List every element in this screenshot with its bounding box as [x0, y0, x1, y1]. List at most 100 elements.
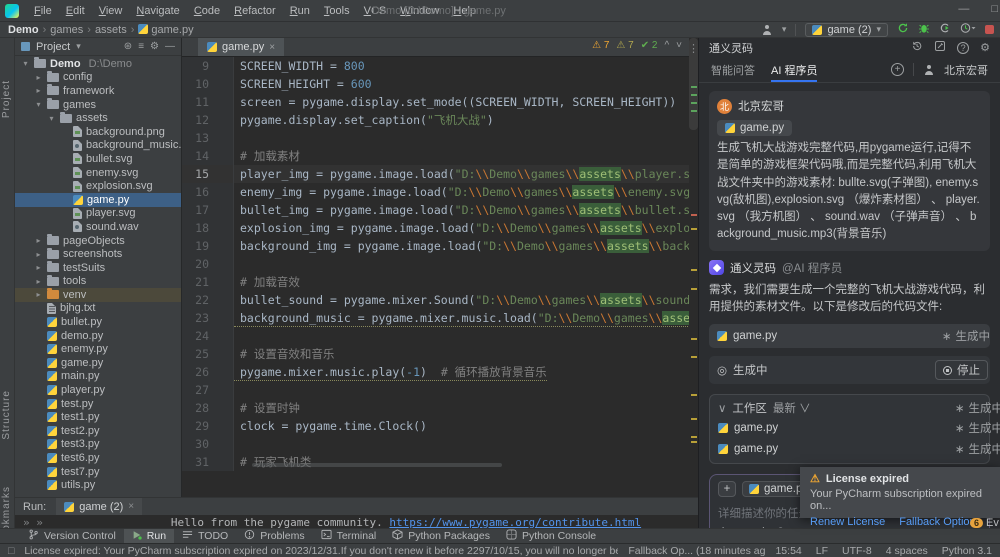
fallback-options-link[interactable]: Fallback Options [899, 516, 981, 528]
stripe-structure-button[interactable]: Structure [1, 390, 12, 440]
locate-file-icon[interactable]: ⊛ [124, 41, 132, 52]
editor-tab-game-py[interactable]: game.py × [198, 38, 284, 56]
tree-item-screenshots[interactable]: ▸screenshots [15, 247, 181, 261]
tree-item-test3.py[interactable]: test3.py [15, 438, 181, 452]
toolwindow-problems[interactable]: Problems [236, 529, 312, 543]
tree-item-background.png[interactable]: background.png [15, 125, 181, 139]
tree-item-tools[interactable]: ▸tools [15, 275, 181, 289]
run-config-selector[interactable]: game (2) ▾ [805, 23, 888, 37]
menu-view[interactable]: View [92, 5, 130, 17]
tree-item-utils.py[interactable]: utils.py [15, 478, 181, 492]
code-line-22[interactable]: 22bullet_sound = pygame.mixer.Sound("D:\… [182, 291, 698, 309]
tree-item-testSuits[interactable]: ▸testSuits [15, 261, 181, 275]
tree-item-demo.py[interactable]: demo.py [15, 329, 181, 343]
tree-expand-icon[interactable]: ▸ [34, 263, 43, 272]
tab-smart-qa[interactable]: 智能问答 [711, 57, 755, 82]
tree-item-test6.py[interactable]: test6.py [15, 451, 181, 465]
tab-ai-programmer[interactable]: AI 程序员 [771, 57, 817, 82]
profiler-button[interactable] [960, 22, 976, 37]
toolwindow-terminal[interactable]: Terminal [313, 529, 385, 543]
menu-file[interactable]: File [27, 5, 59, 17]
tree-item-venv[interactable]: ▸venv [15, 288, 181, 302]
code-editor[interactable]: 9SCREEN_WIDTH = 80010SCREEN_HEIGHT = 600… [182, 57, 698, 497]
code-line-9[interactable]: 9SCREEN_WIDTH = 800 [182, 57, 698, 75]
tree-item-player.py[interactable]: player.py [15, 383, 181, 397]
tree-item-background_music.mp3[interactable]: background_music.mp3 [15, 139, 181, 153]
tree-item-Demo[interactable]: ▾DemoD:\Demo [15, 57, 181, 71]
tree-item-test2.py[interactable]: test2.py [15, 424, 181, 438]
account-icon[interactable] [761, 24, 773, 36]
tree-item-player.svg[interactable]: player.svg [15, 207, 181, 221]
interpreter-indicator[interactable]: Python 3.1 [942, 545, 992, 557]
menu-refactor[interactable]: Refactor [227, 5, 283, 17]
code-line-29[interactable]: 29clock = pygame.time.Clock() [182, 417, 698, 435]
stripe-mark[interactable] [691, 269, 697, 271]
horizontal-scrollbar[interactable] [252, 463, 502, 467]
code-line-12[interactable]: 12pygame.display.set_caption("飞机大战") [182, 111, 698, 129]
attached-file-chip[interactable]: game.py [717, 120, 792, 136]
close-tab-icon[interactable]: × [269, 42, 275, 53]
next-problem-icon[interactable]: ˅ [676, 40, 682, 51]
toolwindow-version-control[interactable]: Version Control [20, 529, 124, 543]
workspace-header[interactable]: ∨ 工作区 最新 ∨ ∗生成中 [718, 400, 981, 416]
close-run-tab-icon[interactable]: × [128, 501, 134, 512]
code-line-15[interactable]: 15player_img = pygame.image.load("D:\\De… [182, 165, 698, 183]
stripe-mark[interactable] [691, 436, 697, 438]
menu-code[interactable]: Code [187, 5, 227, 17]
tree-item-assets[interactable]: ▾assets [15, 111, 181, 125]
code-line-30[interactable]: 30 [182, 435, 698, 453]
stripe-mark[interactable] [691, 288, 697, 290]
license-message[interactable]: License expired: Your PyCharm subscripti… [24, 545, 618, 557]
code-line-25[interactable]: 25# 设置音效和音乐 [182, 345, 698, 363]
tree-item-enemy.svg[interactable]: enemy.svg [15, 166, 181, 180]
code-line-14[interactable]: 14# 加载素材 [182, 147, 698, 165]
stripe-mark[interactable] [691, 441, 697, 443]
history-icon[interactable] [911, 40, 923, 55]
stripe-mark[interactable] [691, 338, 697, 340]
tree-item-test1.py[interactable]: test1.py [15, 410, 181, 424]
inspections-widget[interactable]: ⚠ 7 ⚠ 7 ✔ 2 ^ ˅ [592, 40, 682, 51]
workspace-file-game.py[interactable]: game.py∗生成中 [718, 437, 981, 458]
code-line-21[interactable]: 21# 加载音效 [182, 273, 698, 291]
error-stripe[interactable] [689, 38, 698, 497]
tree-item-games[interactable]: ▾games [15, 98, 181, 112]
code-line-24[interactable]: 24 [182, 327, 698, 345]
tree-item-bullet.svg[interactable]: bullet.svg [15, 152, 181, 166]
code-line-10[interactable]: 10SCREEN_HEIGHT = 600 [182, 75, 698, 93]
tree-expand-icon[interactable]: ▸ [34, 290, 43, 299]
settings-gear-icon[interactable]: ⚙ [150, 41, 159, 52]
stripe-mark[interactable] [691, 356, 697, 358]
code-line-27[interactable]: 27 [182, 381, 698, 399]
code-line-28[interactable]: 28# 设置时钟 [182, 399, 698, 417]
tree-item-sound.wav[interactable]: sound.wav [15, 220, 181, 234]
project-view-selector[interactable]: Project [36, 41, 70, 53]
fallback-options-status[interactable]: Fallback Op... (18 minutes ag [628, 545, 765, 557]
coverage-button[interactable] [939, 22, 951, 37]
toolwindow-run[interactable]: Run [124, 529, 174, 543]
code-line-20[interactable]: 20 [182, 255, 698, 273]
stripe-mark[interactable] [691, 214, 697, 216]
code-line-19[interactable]: 19background_img = pygame.image.load("D:… [182, 237, 698, 255]
splitter-handle[interactable]: ⋮ [688, 42, 699, 55]
restore-button[interactable]: □ [991, 3, 998, 15]
tree-item-framework[interactable]: ▸framework [15, 84, 181, 98]
console-toolbar-icons[interactable]: » » [23, 516, 43, 529]
tree-expand-icon[interactable]: ▸ [34, 86, 43, 95]
breadcrumb-item-games[interactable]: games [50, 24, 83, 36]
debug-button[interactable] [918, 22, 930, 37]
hide-panel-icon[interactable]: — [165, 41, 175, 52]
add-context-button[interactable]: + [718, 481, 736, 497]
tree-expand-icon[interactable]: ▸ [34, 250, 43, 259]
menu-navigate[interactable]: Navigate [129, 5, 186, 17]
breadcrumb-item-Demo[interactable]: Demo [8, 24, 39, 36]
tree-item-bullet.py[interactable]: bullet.py [15, 315, 181, 329]
code-line-18[interactable]: 18explosion_img = pygame.image.load("D:\… [182, 219, 698, 237]
new-chat-icon[interactable] [934, 40, 946, 55]
toolwindow-todo[interactable]: TODO [174, 529, 236, 543]
tree-item-test7.py[interactable]: test7.py [15, 465, 181, 479]
tree-collapse-icon[interactable]: ▾ [34, 100, 43, 109]
toolwindow-python-packages[interactable]: Python Packages [384, 529, 498, 543]
code-line-17[interactable]: 17bullet_img = pygame.image.load("D:\\De… [182, 201, 698, 219]
stripe-mark[interactable] [691, 394, 697, 396]
tree-item-config[interactable]: ▸config [15, 71, 181, 85]
